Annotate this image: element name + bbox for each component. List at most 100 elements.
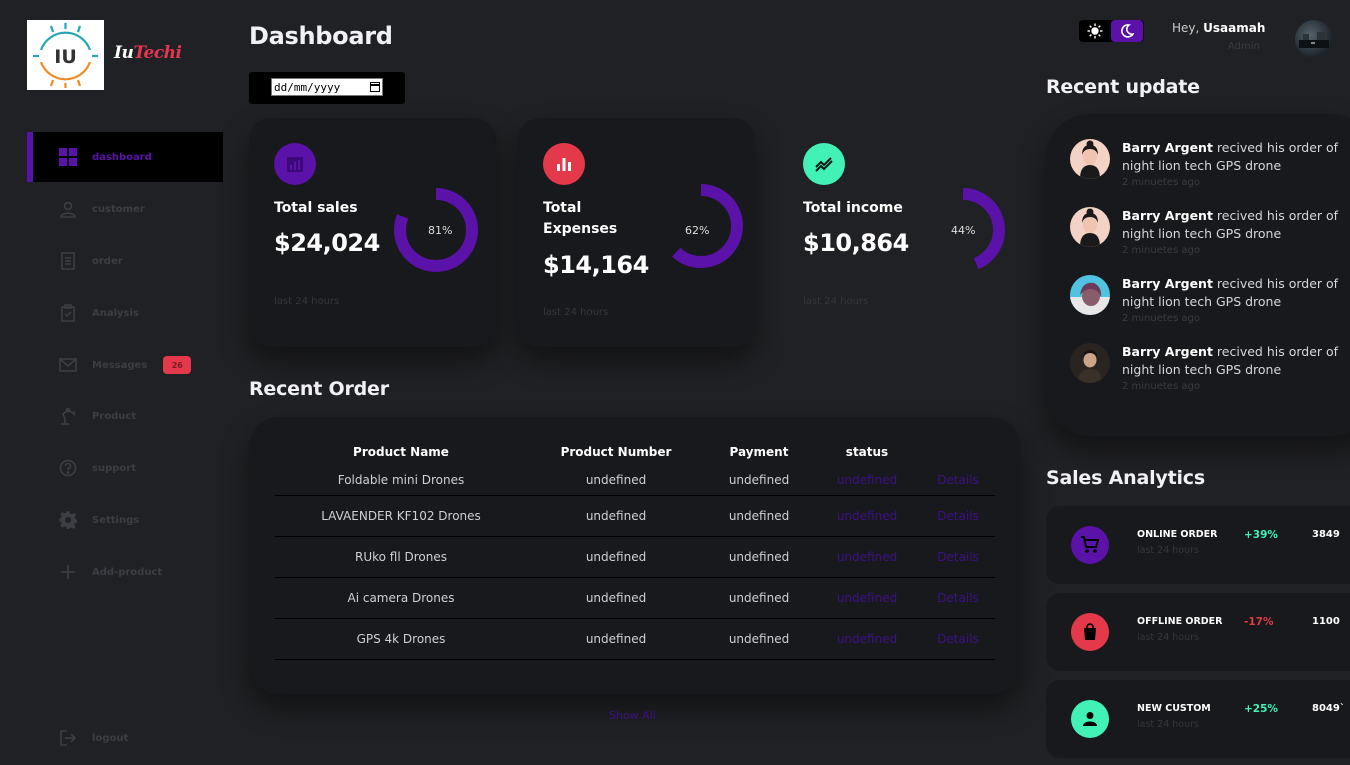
payment: undefined xyxy=(705,536,813,578)
avatar xyxy=(1070,343,1110,383)
product-number: undefined xyxy=(527,465,705,496)
trending-up-icon xyxy=(803,143,845,185)
person-icon xyxy=(58,199,78,219)
analytics-subtitle: last 24 hours xyxy=(1137,719,1199,730)
column-header: Product Name xyxy=(353,445,449,459)
sidebar-item-label: customer xyxy=(92,203,145,215)
person-icon xyxy=(1071,700,1109,738)
update-text: Barry Argent recived his order of night … xyxy=(1122,344,1339,377)
product-name: GPS 4k Drones xyxy=(275,618,527,660)
analytics-count: 1100 xyxy=(1312,616,1340,627)
sales-analytics-offline-order: OFFLINE ORDER last 24 hours -17% 1100 xyxy=(1046,593,1350,671)
plus-icon xyxy=(58,562,78,582)
sidebar-item-customer[interactable]: customer xyxy=(27,184,223,234)
update-time: 2 minuetes ago xyxy=(1122,177,1200,188)
column-header: status xyxy=(845,445,889,459)
analytics-title: ONLINE ORDER xyxy=(1137,529,1218,540)
update-time: 2 minuetes ago xyxy=(1122,313,1200,324)
update-item: Barry Argent recived his order of night … xyxy=(1070,343,1350,405)
sales-analytics-new-custom: NEW CUSTOM last 24 hours +25% 8049` xyxy=(1046,680,1350,758)
bag-icon xyxy=(1071,613,1109,651)
logout-icon xyxy=(58,728,78,748)
date-picker: dd/mm/yyyy xyxy=(249,72,405,104)
sidebar-item-label: Messages xyxy=(92,359,148,371)
status: undefined xyxy=(813,536,921,578)
grid-icon xyxy=(58,147,78,167)
details-link[interactable]: Details xyxy=(921,495,995,537)
column-header: Product Number xyxy=(560,445,672,459)
stat-value: $14,164 xyxy=(543,251,649,279)
cart-icon xyxy=(1071,526,1109,564)
bar-chart-icon xyxy=(274,143,316,185)
product-number: undefined xyxy=(527,536,705,578)
status: undefined xyxy=(813,577,921,619)
recent-update-card: Barry Argent recived his order of night … xyxy=(1046,114,1350,436)
mail-icon xyxy=(58,355,78,375)
details-link[interactable]: Details xyxy=(921,577,995,619)
stat-label: Total sales xyxy=(274,200,358,216)
sidebar-item-product[interactable]: Product xyxy=(27,391,223,441)
payment: undefined xyxy=(705,465,813,496)
payment: undefined xyxy=(705,577,813,619)
update-item: Barry Argent recived his order of night … xyxy=(1070,275,1350,337)
update-time: 2 minuetes ago xyxy=(1122,381,1200,392)
stat-card-total-expenses: Total Expenses $14,164 62% last 24 hours xyxy=(518,118,755,347)
sidebar-item-label: support xyxy=(92,462,136,474)
update-text: Barry Argent recived his order of night … xyxy=(1122,208,1339,241)
product-name: LAVAENDER KF102 Drones xyxy=(275,495,527,537)
table-row: RUko fll Drones undefined undefined unde… xyxy=(275,536,995,578)
logo: IU xyxy=(27,20,104,90)
avatar xyxy=(1070,207,1110,247)
page-title: Dashboard xyxy=(249,22,393,50)
analytics-percent: +39% xyxy=(1244,529,1278,541)
details-link[interactable]: Details xyxy=(921,618,995,660)
profile-avatar[interactable] xyxy=(1295,20,1333,58)
moon-icon[interactable] xyxy=(1111,20,1143,42)
update-text: Barry Argent recived his order of night … xyxy=(1122,276,1339,309)
status: undefined xyxy=(813,618,921,660)
product-number: undefined xyxy=(527,577,705,619)
product-number: undefined xyxy=(527,618,705,660)
details-link[interactable]: Details xyxy=(921,465,995,496)
update-item: Barry Argent recived his order of night … xyxy=(1070,139,1350,201)
sidebar-item-label: dashboard xyxy=(92,151,152,163)
messages-count-badge: 26 xyxy=(163,356,192,374)
table-row: LAVAENDER KF102 Drones undefined undefin… xyxy=(275,495,995,537)
sidebar-item-support[interactable]: support xyxy=(27,443,223,493)
sun-icon[interactable] xyxy=(1079,20,1111,42)
stat-footnote: last 24 hours xyxy=(803,296,869,307)
sidebar-item-order[interactable]: order xyxy=(27,236,223,286)
progress-percent: 44% xyxy=(951,224,976,237)
analytics-subtitle: last 24 hours xyxy=(1137,545,1199,556)
show-all-link[interactable]: Show All xyxy=(609,709,656,722)
date-input[interactable]: dd/mm/yyyy xyxy=(271,78,383,96)
table-header-row: Product Name Product Number Payment stat… xyxy=(275,439,995,465)
stat-value: $24,024 xyxy=(274,229,380,257)
progress-percent: 62% xyxy=(685,224,710,237)
sidebar-item-settings[interactable]: Settings xyxy=(27,495,223,545)
brand-name: IuTechi xyxy=(114,43,182,63)
sidebar-item-add-product[interactable]: Add-product xyxy=(27,547,223,597)
sidebar-item-messages[interactable]: Messages 26 xyxy=(27,340,223,390)
sidebar-item-label: Analysis xyxy=(92,307,139,319)
orders-table: Product Name Product Number Payment stat… xyxy=(275,439,995,660)
sidebar-item-label: Add-product xyxy=(92,566,163,578)
stat-card-total-sales: Total sales $24,024 81% last 24 hours xyxy=(249,118,496,347)
avatar xyxy=(1070,275,1110,315)
product-name: Ai camera Drones xyxy=(275,577,527,619)
update-time: 2 minuetes ago xyxy=(1122,245,1200,256)
logout-button[interactable]: logout xyxy=(27,713,223,763)
robot-arm-icon xyxy=(58,406,78,426)
calendar-icon[interactable] xyxy=(370,82,380,92)
sales-analytics-online-order: ONLINE ORDER last 24 hours +39% 3849 xyxy=(1046,506,1350,584)
details-link[interactable]: Details xyxy=(921,536,995,578)
sidebar-item-dashboard[interactable]: dashboard xyxy=(27,132,223,182)
sidebar-item-analysis[interactable]: Analysis xyxy=(27,288,223,338)
stat-label: Total Expenses xyxy=(543,200,618,237)
theme-toggle[interactable] xyxy=(1079,20,1144,42)
clipboard-check-icon xyxy=(58,303,78,323)
analytics-title: OFFLINE ORDER xyxy=(1137,616,1223,627)
sidebar-item-label: order xyxy=(92,255,123,267)
table-row: GPS 4k Drones undefined undefined undefi… xyxy=(275,618,995,660)
analytics-percent: -17% xyxy=(1244,616,1274,628)
